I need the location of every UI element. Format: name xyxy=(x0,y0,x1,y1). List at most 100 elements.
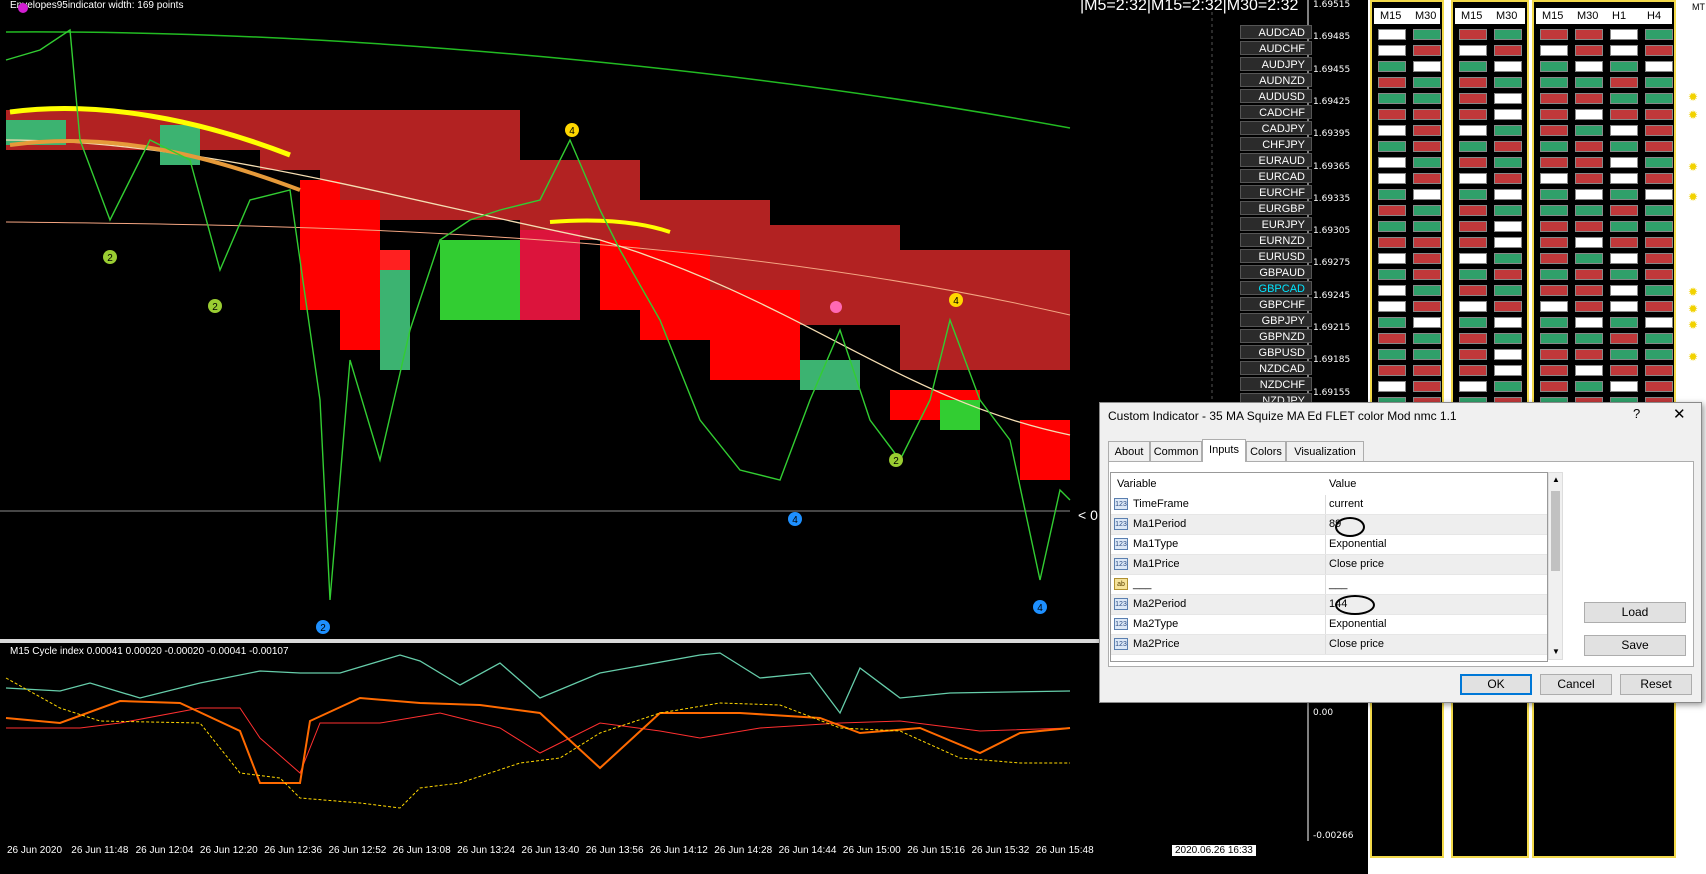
wave-marker-label: 2 xyxy=(320,623,326,634)
symbol-button[interactable]: EURUSD xyxy=(1240,249,1312,263)
signal-cell xyxy=(1413,61,1441,72)
symbol-button[interactable]: NZDCAD xyxy=(1240,361,1312,375)
symbol-button[interactable]: GBPUSD xyxy=(1240,345,1312,359)
gear-icon[interactable]: ✹ xyxy=(1688,108,1698,122)
ok-button[interactable]: OK xyxy=(1460,674,1532,695)
tab-common[interactable]: Common xyxy=(1150,441,1202,461)
input-value[interactable]: Exponential xyxy=(1329,615,1387,634)
reset-button[interactable]: Reset xyxy=(1620,674,1692,695)
column-separator xyxy=(1325,635,1326,654)
signal-cell xyxy=(1575,205,1603,216)
symbol-button[interactable]: EURCHF xyxy=(1240,185,1312,199)
symbol-button[interactable]: GBPCHF xyxy=(1240,297,1312,311)
symbol-button[interactable]: EURNZD xyxy=(1240,233,1312,247)
input-row[interactable]: 123 Ma2Type Exponential xyxy=(1111,615,1547,635)
number-type-icon: 123 xyxy=(1114,538,1128,550)
input-row[interactable]: ab ___ ___ xyxy=(1111,575,1547,595)
symbol-button[interactable]: EURCAD xyxy=(1240,169,1312,183)
gear-icon[interactable]: ✹ xyxy=(1688,318,1698,332)
signal-cell xyxy=(1610,45,1638,56)
symbol-button[interactable]: GBPAUD xyxy=(1240,265,1312,279)
column-header-variable[interactable]: Variable xyxy=(1117,473,1157,495)
save-button[interactable]: Save xyxy=(1584,635,1686,656)
symbol-button[interactable]: EURJPY xyxy=(1240,217,1312,231)
gear-icon[interactable]: ✹ xyxy=(1688,90,1698,104)
input-row[interactable]: 123 TimeFrame current xyxy=(1111,495,1547,515)
input-value[interactable]: Exponential xyxy=(1329,535,1387,554)
panel-header-label: M30 xyxy=(1577,10,1599,22)
panel-header: M15 M30 H1 H4 xyxy=(1536,8,1672,24)
zone-block xyxy=(340,200,380,350)
symbol-button[interactable]: AUDUSD xyxy=(1240,89,1312,103)
gear-icon[interactable]: ✹ xyxy=(1688,160,1698,174)
cancel-button[interactable]: Cancel xyxy=(1540,674,1612,695)
signal-cell xyxy=(1494,301,1522,312)
load-button[interactable]: Load xyxy=(1584,602,1686,623)
scroll-thumb[interactable] xyxy=(1551,491,1560,571)
signal-cell xyxy=(1494,61,1522,72)
input-row[interactable]: 123 Ma2Period 144 xyxy=(1111,595,1547,615)
signal-cell xyxy=(1575,93,1603,104)
input-row[interactable]: 123 Ma1Price Close price xyxy=(1111,555,1547,575)
annotation-circle-ma1 xyxy=(1335,517,1365,537)
signal-cell xyxy=(1494,285,1522,296)
gear-icon[interactable]: ✹ xyxy=(1688,302,1698,316)
gear-icon[interactable]: ✹ xyxy=(1688,350,1698,364)
signal-cell xyxy=(1645,253,1673,264)
symbol-button[interactable]: NZDCHF xyxy=(1240,377,1312,391)
panel-header-label: M15 xyxy=(1380,10,1402,22)
time-tick-label: 26 Jun 14:12 xyxy=(650,845,708,856)
tab-about[interactable]: About xyxy=(1108,441,1150,461)
signal-cell xyxy=(1645,285,1673,296)
input-row[interactable]: 123 Ma1Period 89 xyxy=(1111,515,1547,535)
symbol-button[interactable]: CADCHF xyxy=(1240,105,1312,119)
signal-cell xyxy=(1610,269,1638,280)
input-value[interactable]: Close price xyxy=(1329,635,1384,654)
symbol-button[interactable]: AUDCHF xyxy=(1240,41,1312,55)
symbol-button[interactable]: GBPCAD xyxy=(1240,281,1312,295)
input-value[interactable]: ___ xyxy=(1329,575,1347,594)
signal-cell xyxy=(1378,141,1406,152)
symbol-button[interactable]: GBPNZD xyxy=(1240,329,1312,343)
symbol-button[interactable]: AUDNZD xyxy=(1240,73,1312,87)
cycle-line-orange xyxy=(5,696,1071,784)
scroll-up-icon[interactable]: ▲ xyxy=(1552,475,1560,484)
symbol-button[interactable]: CADJPY xyxy=(1240,121,1312,135)
input-value[interactable]: Close price xyxy=(1329,555,1384,574)
signal-cell xyxy=(1413,333,1441,344)
signal-cell xyxy=(1459,333,1487,344)
number-type-icon: 123 xyxy=(1114,498,1128,510)
signal-cell xyxy=(1575,189,1603,200)
gear-icon[interactable]: ✹ xyxy=(1688,285,1698,299)
symbol-button[interactable]: AUDJPY xyxy=(1240,57,1312,71)
inputs-scrollbar[interactable]: ▲ ▼ xyxy=(1548,472,1563,660)
tab-visualization[interactable]: Visualization xyxy=(1286,441,1364,461)
close-icon[interactable]: ✕ xyxy=(1673,405,1686,423)
symbol-button[interactable]: AUDCAD xyxy=(1240,25,1312,39)
time-tick-label: 26 Jun 14:28 xyxy=(714,845,773,856)
gear-icon[interactable]: ✹ xyxy=(1688,190,1698,204)
symbol-button[interactable]: GBPJPY xyxy=(1240,313,1312,327)
input-row[interactable]: 123 Ma2Price Close price xyxy=(1111,635,1547,655)
signal-cell xyxy=(1413,109,1441,120)
signal-cell xyxy=(1540,317,1568,328)
symbol-button[interactable]: EURAUD xyxy=(1240,153,1312,167)
input-row[interactable]: 123 Ma1Type Exponential xyxy=(1111,535,1547,555)
signal-cell xyxy=(1540,301,1568,312)
column-separator xyxy=(1325,595,1326,614)
symbol-button[interactable]: CHFJPY xyxy=(1240,137,1312,151)
symbol-button[interactable]: EURGBP xyxy=(1240,201,1312,215)
scroll-down-icon[interactable]: ▼ xyxy=(1552,647,1560,656)
signal-cell xyxy=(1610,301,1638,312)
signal-cell xyxy=(1378,269,1406,280)
column-header-value[interactable]: Value xyxy=(1329,473,1356,495)
signal-cell xyxy=(1645,221,1673,232)
price-tick-label: 1.69305 xyxy=(1313,226,1351,237)
price-tick-label: 1.69485 xyxy=(1313,32,1351,43)
help-button[interactable]: ? xyxy=(1633,406,1640,421)
tab-inputs[interactable]: Inputs xyxy=(1202,439,1246,462)
number-type-icon: 123 xyxy=(1114,638,1128,650)
tab-colors[interactable]: Colors xyxy=(1246,441,1286,461)
input-value[interactable]: current xyxy=(1329,495,1363,514)
signal-cell xyxy=(1540,45,1568,56)
